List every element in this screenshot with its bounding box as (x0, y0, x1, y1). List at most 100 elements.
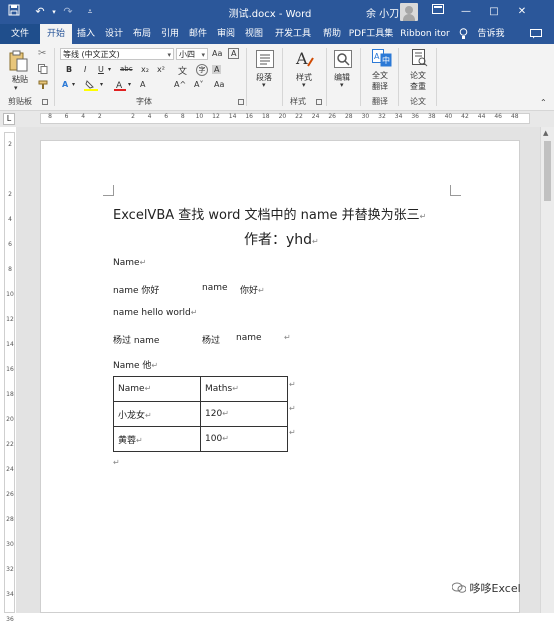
tab-developer[interactable]: 开发工具 (268, 24, 318, 44)
char-shading-icon[interactable]: A (212, 65, 222, 74)
table-cell[interactable]: 黄蓉↵ (113, 426, 201, 452)
redo-icon[interactable]: ↷ (60, 4, 76, 20)
copy-icon[interactable] (38, 64, 48, 76)
tab-mailings[interactable]: 邮件 (184, 24, 212, 44)
ruler-mark: 8 (8, 266, 12, 273)
close-button[interactable]: ✕ (512, 3, 532, 21)
strikethrough-button[interactable]: abc (120, 65, 133, 73)
maximize-button[interactable]: □ (484, 3, 504, 21)
doc-table[interactable]: Name↵ Maths↵ 小龙女↵ 120↵ 黄蓉↵ 100↵ (113, 376, 288, 452)
bold-button[interactable]: B (66, 65, 72, 74)
font-launcher-icon[interactable] (238, 99, 244, 105)
doc-line-part[interactable]: 杨过 (202, 333, 220, 346)
clipboard-launcher-icon[interactable] (42, 99, 48, 105)
chevron-down-icon[interactable]: ▾ (108, 66, 111, 73)
user-name[interactable]: 余 小刀 (366, 5, 399, 20)
underline-button[interactable]: U (98, 65, 104, 74)
italic-button[interactable]: I (84, 65, 86, 74)
ruler-mark: 10 (195, 113, 204, 120)
tab-view[interactable]: 视图 (240, 24, 268, 44)
restore-icon[interactable] (428, 3, 448, 21)
tab-file[interactable]: 文件 (0, 24, 40, 44)
grow-font-icon[interactable]: A^ (174, 80, 186, 89)
paragraph-icon[interactable] (256, 50, 274, 68)
tab-references[interactable]: 引用 (156, 24, 184, 44)
cut-icon[interactable]: ✂ (38, 48, 46, 59)
table-cell[interactable]: 小龙女↵ (113, 401, 201, 427)
row-end-mark: ↵ (289, 428, 296, 437)
format-painter-icon[interactable] (38, 80, 48, 92)
phonetic-guide-icon[interactable]: 文 (178, 65, 190, 77)
tell-me-search[interactable]: 告诉我 (474, 24, 508, 44)
text-effects-icon[interactable]: A (62, 80, 68, 89)
horizontal-ruler[interactable]: 8 6 4 2 2 4 6 8 10 12 14 16 18 20 22 24 26 28 30 32 34 36 38 40… (40, 113, 530, 124)
font-size-dropdown[interactable]: 小四 ▾ (176, 48, 208, 60)
doc-line-part[interactable]: name (202, 283, 228, 293)
share-icon[interactable] (526, 24, 546, 44)
table-cell[interactable]: Maths↵ (200, 376, 288, 402)
font-name-dropdown[interactable]: 等线 (中文正文) ▾ (60, 48, 174, 60)
search-icon[interactable] (334, 50, 352, 68)
enclose-character-icon[interactable]: 字 (196, 64, 208, 76)
doc-author[interactable]: 作者：yhd↵ (244, 229, 319, 249)
highlight-icon[interactable] (84, 79, 98, 93)
full-translate-label-2[interactable]: 翻译 (372, 81, 388, 92)
change-case-icon[interactable]: Aa (212, 49, 222, 58)
tab-pdf-tools[interactable]: PDF工具集 (346, 24, 396, 44)
shrink-font-icon[interactable]: A˅ (194, 80, 203, 89)
row-end-mark: ↵ (289, 404, 296, 413)
full-translate-label[interactable]: 全文 (372, 70, 388, 81)
styles-launcher-icon[interactable] (316, 99, 322, 105)
doc-line[interactable]: Name↵ (113, 258, 146, 268)
aa-icon[interactable]: Aa (214, 80, 224, 89)
doc-line[interactable]: 杨过 name (113, 333, 159, 346)
ruler-mark: 2 (8, 141, 12, 148)
vertical-ruler[interactable]: 2 2 4 6 8 10 12 14 16 18 20 22 24 26 28 30 32 34 36 (4, 132, 15, 623)
tab-insert[interactable]: 插入 (72, 24, 100, 44)
clear-format-icon[interactable]: A (140, 80, 145, 89)
tab-help[interactable]: 帮助 (318, 24, 346, 44)
doc-title[interactable]: ExcelVBA 查找 word 文档中的 name 并替换为张三↵ (113, 204, 426, 223)
paper-check-icon[interactable] (412, 49, 428, 69)
table-cell[interactable]: Name↵ (113, 376, 201, 402)
doc-line[interactable]: Name 他↵ (113, 358, 158, 371)
doc-line-part[interactable]: name (236, 333, 262, 343)
paste-icon[interactable] (8, 50, 28, 72)
chevron-down-icon[interactable]: ▾ (100, 81, 103, 88)
doc-line[interactable]: name 你好 (113, 283, 159, 296)
collapse-ribbon-icon[interactable]: ⌃ (540, 98, 547, 107)
tab-review[interactable]: 审阅 (212, 24, 240, 44)
tab-ribbon-itor[interactable]: Ribbon itor (396, 24, 454, 44)
table-cell[interactable]: 100↵ (200, 426, 288, 452)
paper-label-1[interactable]: 论文 (410, 70, 426, 81)
vertical-scrollbar[interactable]: ▲ (540, 127, 554, 613)
font-name-value: 等线 (中文正文) (63, 50, 120, 59)
chevron-down-icon[interactable]: ▾ (302, 81, 306, 89)
chevron-down-icon[interactable]: ▾ (72, 81, 75, 88)
styles-icon[interactable]: A (294, 48, 314, 72)
chevron-down-icon[interactable]: ▾ (128, 81, 131, 88)
table-cell[interactable]: 120↵ (200, 401, 288, 427)
save-icon[interactable] (6, 4, 22, 20)
font-color-icon[interactable]: A (114, 79, 126, 93)
chevron-down-icon[interactable]: ▾ (262, 81, 266, 89)
minimize-button[interactable]: — (456, 3, 476, 21)
customize-icon[interactable]: ⩡ (82, 4, 98, 20)
superscript-button[interactable]: x² (157, 65, 165, 74)
doc-line-part[interactable]: 你好↵ (240, 283, 265, 296)
paste-dropdown-icon[interactable]: ▾ (14, 84, 18, 92)
tab-design[interactable]: 设计 (100, 24, 128, 44)
translate-icon[interactable]: A中 (372, 49, 392, 69)
ruler-mark: 28 (344, 113, 353, 120)
paper-label-2[interactable]: 查重 (410, 81, 426, 92)
scroll-up-icon[interactable]: ▲ (543, 129, 548, 137)
tab-home[interactable]: 开始 (40, 24, 72, 44)
chevron-down-icon[interactable]: ▾ (340, 81, 344, 89)
scrollbar-thumb[interactable] (544, 141, 551, 201)
tab-selector[interactable]: L (3, 113, 15, 125)
doc-line[interactable]: name hello world↵ (113, 308, 197, 318)
avatar[interactable] (400, 3, 418, 21)
char-border-icon[interactable]: A (228, 48, 240, 59)
tab-layout[interactable]: 布局 (128, 24, 156, 44)
subscript-button[interactable]: x₂ (141, 65, 149, 74)
